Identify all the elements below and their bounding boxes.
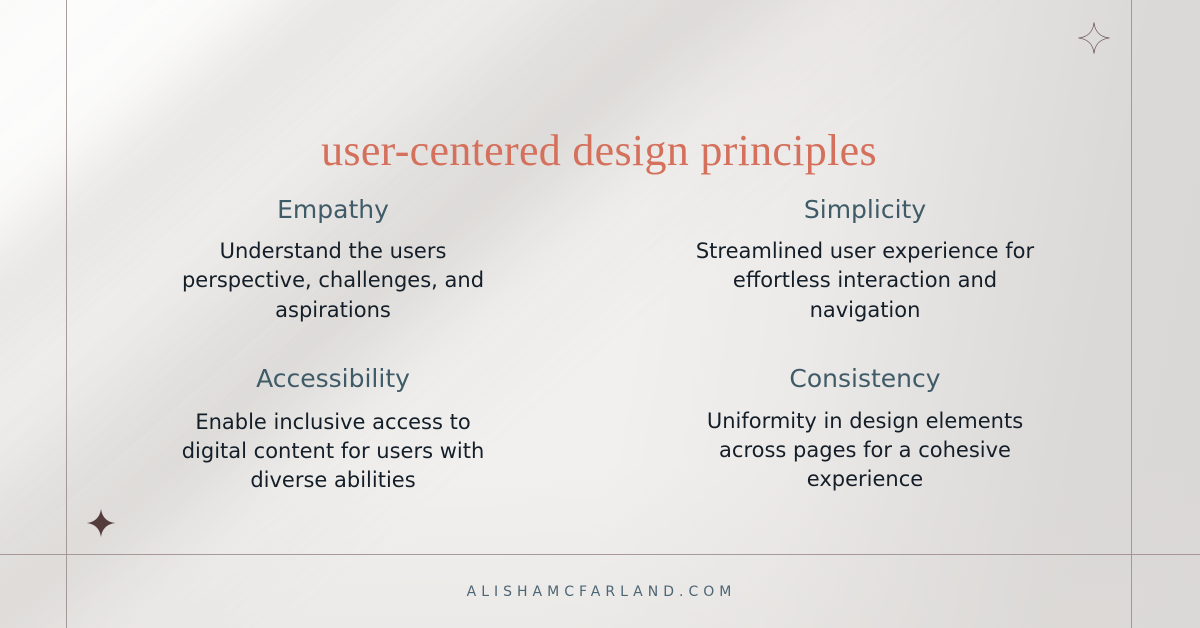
- principle-body: Uniformity in design elements across pag…: [706, 408, 1024, 492]
- slide-canvas: user-centered design principles Empathy …: [0, 0, 1200, 628]
- principle-card-accessibility: Accessibility Enable inclusive access to…: [67, 363, 599, 496]
- principle-heading: Accessibility: [256, 363, 410, 393]
- footer-website-url[interactable]: ALISHAMCFARLAND.COM: [462, 584, 737, 600]
- frame-rule-right-vertical: [1131, 0, 1132, 628]
- principle-body: Understand the users perspective, challe…: [181, 238, 485, 322]
- principle-body: Enable inclusive access to digital conte…: [181, 409, 485, 493]
- principle-card-empathy: Empathy Understand the users perspective…: [67, 195, 599, 325]
- principle-body: Streamlined user experience for effortle…: [695, 238, 1035, 322]
- principle-heading: Empathy: [277, 195, 389, 224]
- slide-footer: ALISHAMCFARLAND.COM: [67, 555, 1131, 628]
- principle-card-simplicity: Simplicity Streamlined user experience f…: [599, 195, 1131, 325]
- slide-content: user-centered design principles Empathy …: [67, 0, 1131, 554]
- page-title: user-centered design principles: [321, 126, 877, 176]
- principle-heading: Simplicity: [803, 195, 927, 224]
- principle-heading: Consistency: [789, 363, 941, 393]
- principles-grid: Empathy Understand the users perspective…: [67, 195, 1131, 496]
- principle-card-consistency: Consistency Uniformity in design element…: [599, 363, 1131, 496]
